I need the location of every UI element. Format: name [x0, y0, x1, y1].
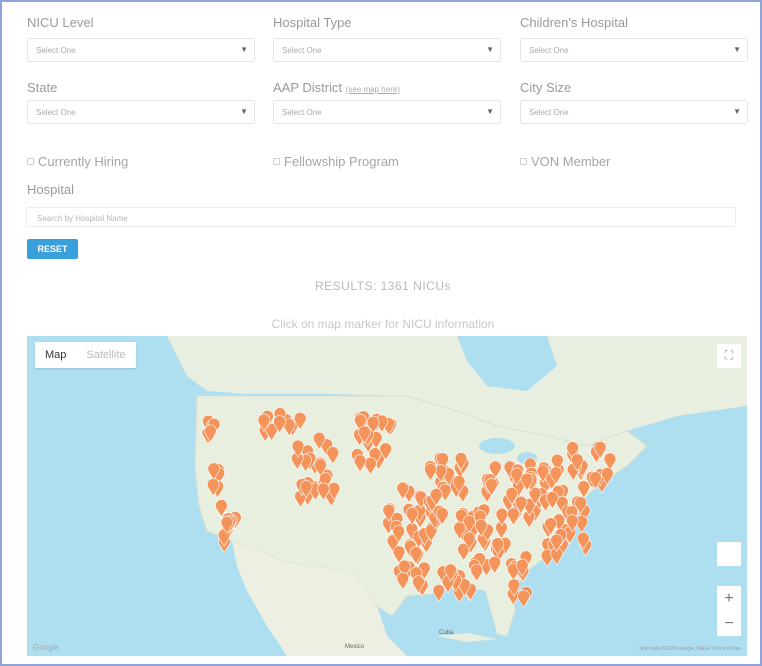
nicu-level-select[interactable]: Select One ▼	[27, 38, 255, 62]
zoom-in-button[interactable]: +	[717, 586, 741, 611]
city-size-select[interactable]: Select One ▼	[520, 100, 748, 124]
hospital-type-select[interactable]: Select One ▼	[273, 38, 501, 62]
chevron-down-icon: ▼	[240, 107, 248, 116]
map-attribution: Map data ©2020 Google, INEGI Terms of Us…	[639, 646, 741, 652]
state-select[interactable]: Select One ▼	[27, 100, 255, 124]
street-view-button[interactable]	[717, 542, 741, 566]
von-member-label: VON Member	[531, 154, 611, 169]
checkbox-icon	[520, 158, 527, 165]
satellite-tab[interactable]: Satellite	[76, 342, 135, 368]
childrens-hospital-label: Children's Hospital	[520, 15, 628, 30]
aap-district-select-value: Select One	[282, 108, 322, 117]
checkbox-icon	[273, 158, 280, 165]
chevron-down-icon: ▼	[240, 45, 248, 54]
nicu-marker-icon[interactable]	[517, 589, 530, 608]
city-size-label: City Size	[520, 80, 572, 95]
cuba-label: Cuba	[439, 630, 454, 636]
reset-button[interactable]: RESET	[27, 239, 78, 259]
fellowship-program-label: Fellowship Program	[284, 154, 399, 169]
map-canvas	[167, 336, 747, 656]
mexico-label: Mexico	[345, 644, 365, 650]
nicu-level-label: NICU Level	[27, 15, 94, 30]
hospital-type-label: Hospital Type	[273, 15, 352, 30]
currently-hiring-label: Currently Hiring	[38, 154, 129, 169]
map-tab[interactable]: Map	[35, 342, 76, 368]
hospital-type-select-value: Select One	[282, 46, 322, 55]
zoom-out-button[interactable]: −	[717, 611, 741, 636]
aap-district-label: AAP District (see map here)	[273, 80, 400, 95]
nicu-map[interactable]: Map Satellite ⛶ + − Mexico Cuba Google M…	[27, 336, 747, 656]
map-type-toggle: Map Satellite	[35, 342, 136, 368]
city-size-select-value: Select One	[529, 108, 569, 117]
chevron-down-icon: ▼	[486, 107, 494, 116]
zoom-control: + −	[717, 586, 741, 636]
chevron-down-icon: ▼	[486, 45, 494, 54]
state-select-value: Select One	[36, 108, 76, 117]
chevron-down-icon: ▼	[733, 45, 741, 54]
hospital-label: Hospital	[27, 182, 74, 197]
von-member-checkbox[interactable]: VON Member	[520, 154, 610, 169]
currently-hiring-checkbox[interactable]: Currently Hiring	[27, 154, 128, 169]
checkbox-icon	[27, 158, 34, 165]
lake	[479, 438, 515, 454]
childrens-hospital-select[interactable]: Select One ▼	[520, 38, 748, 62]
state-label: State	[27, 80, 58, 95]
aap-district-label-text: AAP District	[273, 80, 343, 95]
nicu-search-panel: NICU Level Hospital Type Children's Hosp…	[0, 0, 762, 666]
hospital-search-input[interactable]: Search by Hospital Name	[26, 207, 736, 227]
chevron-down-icon: ▼	[733, 107, 741, 116]
map-hint: Click on map marker for NICU information	[271, 317, 495, 331]
nicu-level-select-value: Select One	[36, 46, 76, 55]
childrens-hospital-select-value: Select One	[529, 46, 569, 55]
fullscreen-icon[interactable]: ⛶	[717, 344, 741, 368]
aap-district-map-link[interactable]: (see map here)	[346, 85, 400, 94]
results-count: RESULTS: 1361 NICUs	[315, 279, 451, 293]
aap-district-select[interactable]: Select One ▼	[273, 100, 501, 124]
google-logo: Google	[33, 643, 59, 652]
fellowship-program-checkbox[interactable]: Fellowship Program	[273, 154, 399, 169]
